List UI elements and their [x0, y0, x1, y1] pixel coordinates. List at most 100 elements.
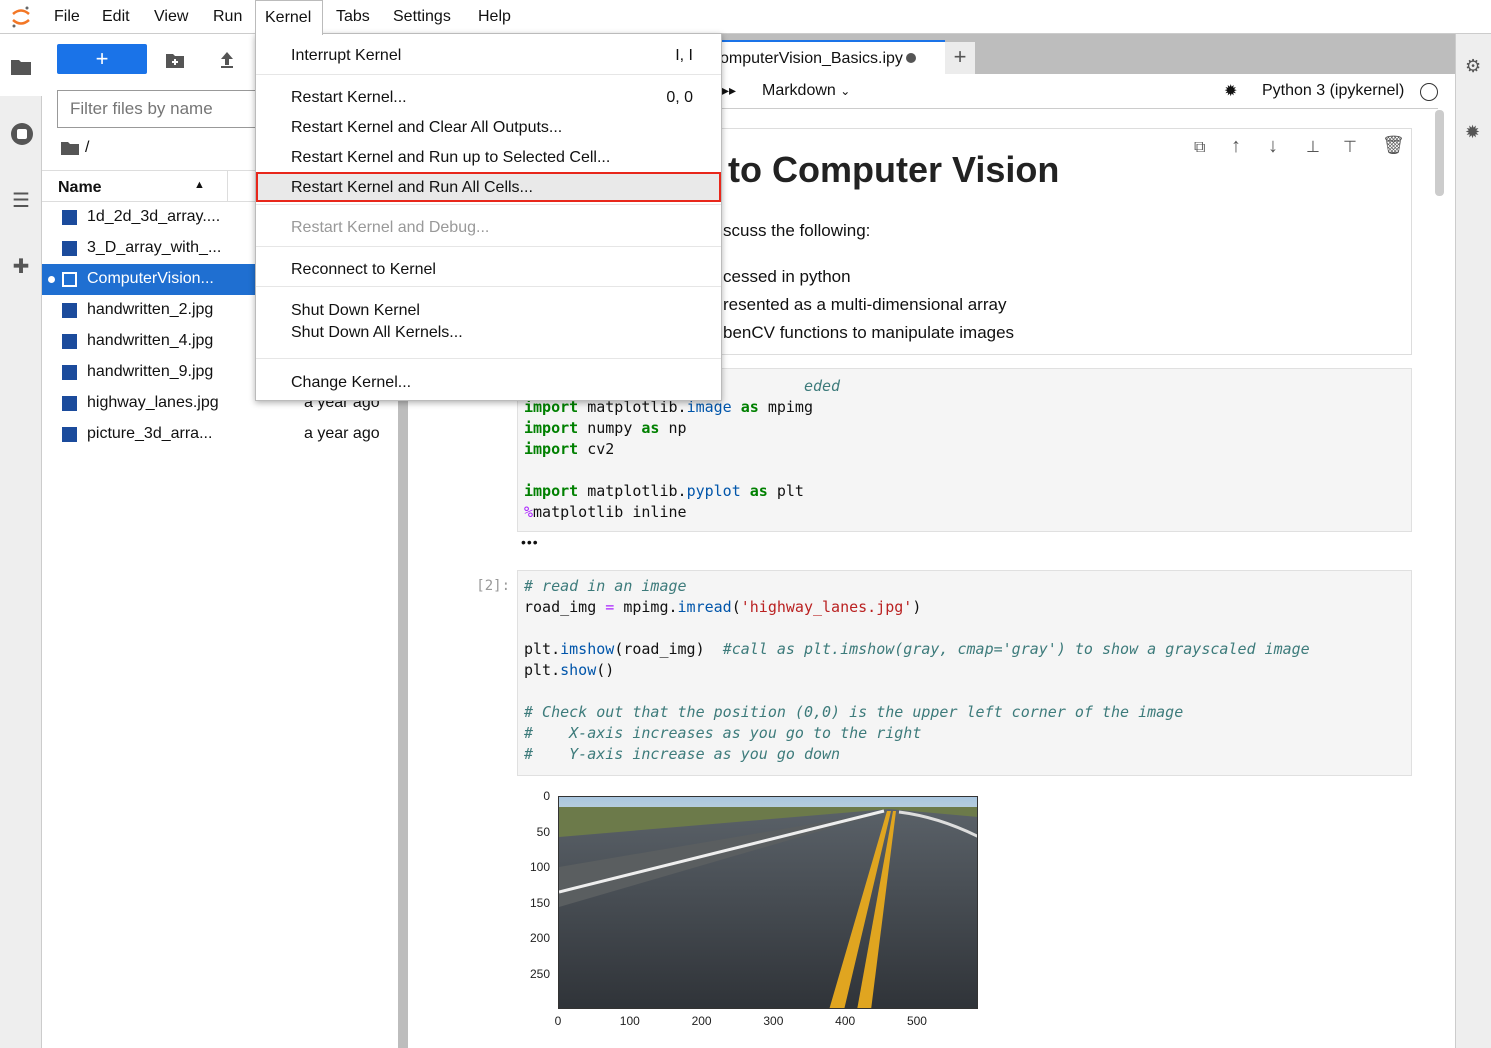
- image-file-icon: [62, 210, 77, 225]
- notebook-file-icon: [62, 272, 77, 287]
- md-bullet: benCV functions to manipulate images: [723, 323, 1015, 342]
- menu-item-restart-kernel-and-run-up-to-selected-cell[interactable]: Restart Kernel and Run up to Selected Ce…: [256, 142, 721, 172]
- menu-run[interactable]: Run: [213, 8, 242, 26]
- folder-icon[interactable]: [10, 56, 32, 78]
- activity-bar: ☰ ✚: [0, 34, 42, 1048]
- menu-item-change-kernel[interactable]: Change Kernel...: [256, 367, 721, 397]
- menu-tabs[interactable]: Tabs: [336, 8, 370, 26]
- jupyter-logo: [10, 5, 32, 29]
- file-name: handwritten_4.jpg: [87, 332, 214, 349]
- menu-item-label: Restart Kernel and Run All Cells...: [291, 179, 533, 196]
- menu-help[interactable]: Help: [478, 8, 511, 26]
- duplicate-cell-icon[interactable]: ⧉: [1194, 139, 1205, 157]
- menu-bar: File Edit View Run Tabs Settings Help: [0, 0, 1491, 34]
- menu-item-interrupt-kernel[interactable]: Interrupt Kernel I, I: [256, 40, 721, 70]
- new-launcher-button[interactable]: +: [57, 44, 147, 74]
- menu-item-label: Change Kernel...: [291, 374, 412, 391]
- md-intro: scuss the following:: [723, 221, 871, 240]
- code-cell-read-image[interactable]: # read in an image road_img = mpimg.imre…: [517, 570, 1412, 776]
- y-tick-label: 150: [529, 895, 550, 910]
- image-file-icon: [62, 365, 77, 380]
- kernel-name[interactable]: Python 3 (ipykernel): [1262, 82, 1404, 100]
- unsaved-dot-icon[interactable]: [905, 53, 916, 63]
- column-divider: [227, 171, 228, 201]
- extensions-puzzle-icon[interactable]: ✚: [10, 254, 32, 278]
- file-item[interactable]: picture_3d_arra... a year ago: [42, 419, 398, 450]
- file-name: ComputerVision...: [87, 270, 214, 287]
- x-tick-label: 100: [619, 1014, 640, 1028]
- file-name: handwritten_9.jpg: [87, 363, 214, 380]
- table-of-contents-icon[interactable]: ☰: [10, 188, 32, 212]
- cell-type-select[interactable]: Markdown ⌄: [762, 82, 850, 100]
- menu-item-label: Restart Kernel and Debug...: [291, 219, 490, 236]
- image-file-icon: [62, 396, 77, 411]
- new-folder-icon[interactable]: [166, 52, 184, 68]
- menu-view[interactable]: View: [154, 8, 188, 26]
- menu-settings[interactable]: Settings: [393, 8, 451, 26]
- move-down-icon[interactable]: ↓: [1268, 135, 1278, 158]
- menu-item-label: Restart Kernel and Clear All Outputs...: [291, 119, 563, 136]
- x-tick-label: 500: [906, 1014, 927, 1028]
- tab-title: omputerVision_Basics.ipy: [720, 50, 903, 67]
- delete-cell-icon[interactable]: 🗑: [1382, 135, 1405, 156]
- menu-item-restart-kernel-and-debug: Restart Kernel and Debug...: [256, 212, 721, 242]
- kernel-menu-dropdown: Interrupt Kernel I, I Restart Kernel... 0, …: [255, 33, 722, 401]
- file-name: 3_D_array_with_...: [87, 239, 222, 256]
- y-tick-label: 50: [536, 824, 550, 839]
- x-tick-label: 300: [763, 1014, 784, 1028]
- y-tick-label: 100: [529, 860, 550, 874]
- y-tick-label: 0: [543, 789, 550, 803]
- menu-item-label: Interrupt Kernel: [291, 47, 402, 64]
- file-name: picture_3d_arra...: [87, 425, 213, 442]
- column-name[interactable]: Name: [58, 179, 102, 197]
- menu-item-reconnect-to-kernel[interactable]: Reconnect to Kernel: [256, 254, 721, 284]
- sort-ascending-icon[interactable]: ▲: [194, 179, 205, 191]
- menu-item-restart-kernel-and-run-all-cells[interactable]: Restart Kernel and Run All Cells...: [256, 172, 721, 202]
- x-tick-label: 200: [691, 1014, 712, 1028]
- new-tab-button[interactable]: +: [945, 42, 975, 74]
- insert-above-icon[interactable]: ⊥: [1306, 137, 1320, 157]
- menu-separator: [256, 74, 721, 75]
- right-sidebar: ⚙ ✹: [1455, 34, 1491, 1048]
- md-bullet: cessed in python: [723, 267, 851, 286]
- image-file-icon: [62, 427, 77, 442]
- image-file-icon: [62, 334, 77, 349]
- file-name: 1d_2d_3d_array....: [87, 208, 221, 225]
- x-tick-label: 0: [554, 1014, 562, 1028]
- insert-below-icon[interactable]: ⊤: [1343, 137, 1357, 157]
- menu-item-label: Shut Down All Kernels...: [291, 324, 463, 341]
- debugger-bug-icon[interactable]: ✹: [1224, 81, 1237, 101]
- menu-item-label: Reconnect to Kernel: [291, 261, 436, 278]
- x-tick-label: 400: [835, 1014, 856, 1028]
- md-heading: to Computer Vision: [728, 149, 1060, 190]
- menu-item-restart-kernel[interactable]: Restart Kernel... 0, 0: [256, 82, 721, 112]
- y-tick-label: 200: [529, 931, 550, 945]
- menu-item-shortcut: I, I: [675, 47, 693, 64]
- tab-notebook[interactable]: omputerVision_Basics.ipy: [700, 40, 945, 74]
- cell-prompt: [2]:: [476, 578, 510, 594]
- folder-path-icon[interactable]: [61, 140, 79, 155]
- running-kernels-icon[interactable]: [10, 122, 33, 145]
- collapsed-output-ellipsis[interactable]: •••: [521, 534, 539, 550]
- image-file-icon: [62, 241, 77, 256]
- notebook-scrollbar[interactable]: [1435, 110, 1444, 196]
- y-tick-label: 250: [529, 966, 550, 981]
- menu-item-shut-down-all-kernels[interactable]: Shut Down All Kernels...: [256, 317, 721, 347]
- file-name: highway_lanes.jpg: [87, 394, 219, 411]
- running-dot-icon: [48, 276, 55, 283]
- property-inspector-gears-icon[interactable]: ⚙: [1465, 56, 1481, 77]
- file-name: handwritten_2.jpg: [87, 301, 214, 318]
- upload-icon[interactable]: [219, 51, 235, 69]
- menu-separator: [256, 286, 721, 287]
- menu-file[interactable]: File: [54, 8, 80, 26]
- menu-kernel[interactable]: Kernel: [255, 0, 323, 35]
- run-all-icon[interactable]: ▸▸: [722, 82, 736, 99]
- debugger-icon[interactable]: ✹: [1465, 122, 1480, 143]
- move-up-icon[interactable]: ↑: [1231, 135, 1241, 158]
- menu-item-label: Restart Kernel and Run up to Selected Ce…: [291, 149, 611, 166]
- menu-item-restart-kernel-and-clear-all-outputs[interactable]: Restart Kernel and Clear All Outputs...: [256, 112, 721, 142]
- road-image-output: [558, 796, 978, 1009]
- md-bullet: resented as a multi-dimensional array: [723, 295, 1007, 314]
- breadcrumb-path[interactable]: /: [85, 139, 89, 157]
- menu-edit[interactable]: Edit: [102, 8, 130, 26]
